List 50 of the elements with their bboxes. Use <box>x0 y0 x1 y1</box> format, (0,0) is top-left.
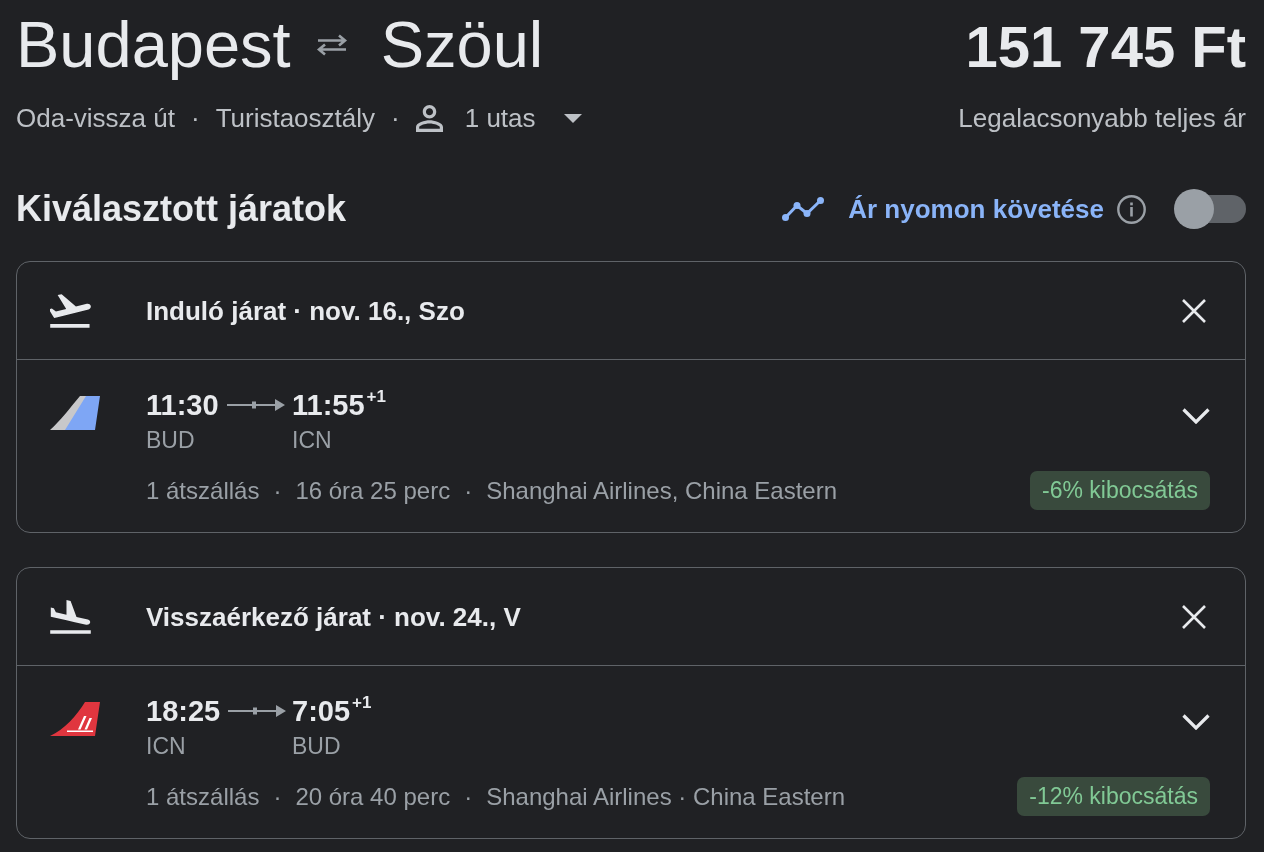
route-arrow-icon <box>226 399 285 411</box>
close-icon <box>1182 604 1206 629</box>
day-offset: +1 <box>352 694 372 711</box>
destination-city: Szöul <box>380 12 544 77</box>
departure-time: 18:25 <box>146 694 221 728</box>
swap-arrows-icon <box>314 33 349 56</box>
cabin-class-text: Turistaosztály <box>215 103 376 134</box>
airlines-text: Shanghai Airlines · China Eastern <box>486 782 846 811</box>
total-price: 151 745 Ft <box>965 18 1246 76</box>
airlines-text: Shanghai Airlines, China Eastern <box>486 476 838 505</box>
duration-text: 20 óra 40 perc <box>295 782 451 811</box>
price-note: Legalacsonyabb teljes ár <box>958 103 1246 134</box>
emissions-badge: -12% kibocsátás <box>1017 777 1210 816</box>
price-tracking-link[interactable]: Ár nyomon követése <box>782 193 1104 225</box>
close-icon <box>1182 298 1206 323</box>
toggle-switch[interactable] <box>1174 189 1246 229</box>
flight-heading: Visszaérkező járat · nov. 24., V <box>146 600 521 633</box>
dot-separator: · <box>390 103 401 134</box>
arrival-airport: ICN <box>292 427 332 453</box>
tail-fin-logo <box>50 396 100 430</box>
trend-line-icon <box>782 197 825 221</box>
passengers-dropdown[interactable]: 1 utas <box>415 103 582 134</box>
chevron-icon <box>1182 714 1210 730</box>
landing-icon <box>50 599 91 634</box>
duration-text: 16 óra 25 perc <box>295 476 451 505</box>
info-icon[interactable] <box>1117 194 1146 224</box>
dot-separator: · <box>463 476 474 505</box>
person-icon <box>415 105 443 132</box>
day-offset: +1 <box>366 388 386 405</box>
trip-type-text: Oda-vissza út <box>16 103 175 134</box>
stops-text: 1 átszállás <box>146 782 260 811</box>
dot-separator: · <box>189 103 201 134</box>
arrival-airport: BUD <box>292 733 341 759</box>
departure-airport: ICN <box>146 733 186 759</box>
dot-separator: · <box>272 782 283 811</box>
dot-separator: · <box>272 476 283 505</box>
emissions-badge: -6% kibocsátás <box>1030 471 1210 510</box>
dot-separator: · <box>463 782 474 811</box>
takeoff-icon <box>50 293 91 328</box>
arrival-time: 11:55 <box>292 388 365 422</box>
departure-airport: BUD <box>146 427 195 453</box>
section-title: Kiválasztott járatok <box>16 187 347 231</box>
stops-text: 1 átszállás <box>146 476 260 505</box>
departure-time: 11:30 <box>146 388 219 422</box>
tail-fin-logo <box>50 702 100 736</box>
chevron-icon <box>1182 408 1210 424</box>
caret-icon <box>563 114 582 123</box>
route-arrow-icon <box>228 705 287 717</box>
arrival-time: 7:05 <box>292 694 351 728</box>
flight-heading: Induló járat · nov. 16., Szo <box>146 294 465 327</box>
